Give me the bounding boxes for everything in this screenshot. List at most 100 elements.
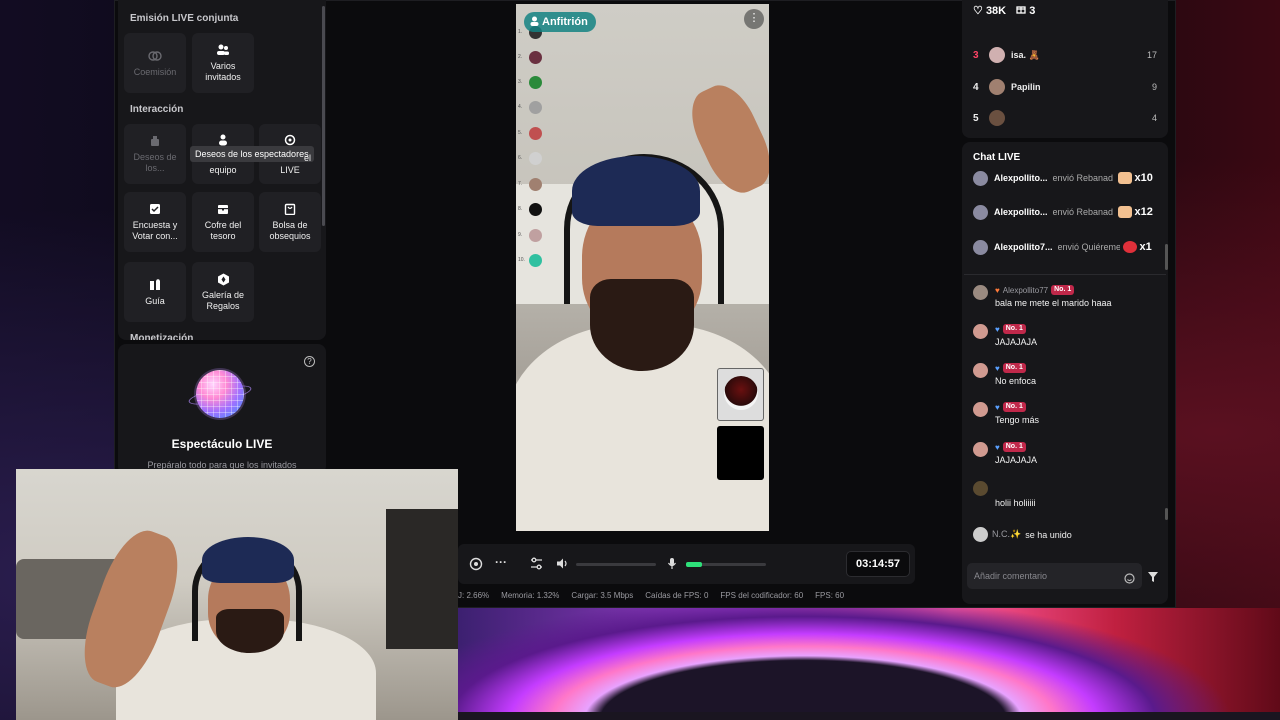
heart-gift-icon: [1122, 241, 1137, 253]
likes-counter: ♡ 38K: [973, 5, 1007, 17]
gift-event: Alexpollito7... envió Quiéreme x1: [973, 237, 1161, 257]
heart-icon: ♡: [973, 5, 983, 17]
co-host-label: Coemisión: [133, 66, 177, 77]
avatar: [973, 402, 988, 417]
more-options-icon[interactable]: ⋮: [744, 9, 764, 29]
viewer-wishes-tile[interactable]: Deseos de los...: [124, 124, 186, 184]
guide-label: Guía: [145, 295, 165, 306]
badge-heart-icon: ♥: [995, 402, 1000, 412]
multi-guest-icon: [216, 43, 230, 57]
chat-title: Chat LIVE: [973, 152, 1021, 163]
avatar: [989, 47, 1005, 63]
badge-heart-icon: ♥: [995, 442, 1000, 452]
section-title-interaction: Interacción: [130, 104, 184, 115]
cap: [572, 156, 700, 226]
stat-cpu: J: 2.66%: [458, 591, 490, 600]
stream-timer: 03:14:57: [846, 551, 910, 577]
guest-slot-2[interactable]: [717, 426, 764, 480]
poll-label: Encuesta y Votar con...: [132, 220, 178, 241]
treasure-chest-tile[interactable]: Cofre del tesoro: [192, 192, 254, 252]
leaderboard-row[interactable]: 4 Papilin 9: [973, 77, 1157, 97]
gift-bag-tile[interactable]: Bolsa de obsequios: [259, 192, 321, 252]
avatar: [973, 442, 988, 457]
avatar: [973, 170, 988, 186]
avatar: [989, 110, 1005, 126]
team-label: equipo: [209, 164, 237, 175]
leaderboard-row[interactable]: 3 isa. 🧸 17: [973, 45, 1157, 65]
avatar: [973, 239, 988, 255]
gift-icon: [1016, 5, 1029, 17]
emoji-icon[interactable]: [1124, 571, 1135, 589]
guide-icon: [148, 278, 162, 292]
avatar: [989, 79, 1005, 95]
gift-gallery-icon: [216, 272, 230, 286]
live-goal-icon: [283, 133, 297, 147]
help-icon[interactable]: ?: [304, 356, 315, 367]
performance-stats: J: 2.66% Memoria: 1.32% Cargar: 3.5 Mbps…: [458, 591, 844, 600]
gift-bag-icon: [283, 202, 297, 216]
chat-divider: [964, 274, 1166, 275]
badge-heart-icon: ♥: [995, 324, 1000, 334]
avatar: [973, 324, 988, 339]
badge-heart-icon: ♥: [995, 363, 1000, 373]
tools-scrollbar[interactable]: [322, 6, 325, 226]
avatar: [973, 527, 988, 542]
volume-slider[interactable]: [576, 563, 656, 566]
host-badge: Anfitrión: [524, 12, 596, 32]
badge-heart-icon: ♥: [995, 285, 1000, 295]
treasure-chest-label: Cofre del tesoro: [204, 220, 242, 241]
section-title-monetization: Monetización: [130, 333, 194, 340]
gift-event: Alexpollito... envió Rebanad x10: [973, 168, 1161, 188]
engagement-counters: ♡ 38K 3: [973, 4, 1035, 17]
gift-bag-label: Bolsa de obsequios: [269, 220, 311, 241]
avatar: [973, 481, 988, 496]
gift-scrollbar[interactable]: [1165, 244, 1168, 270]
stat-encoder-fps: FPS del codificador: 60: [720, 591, 804, 600]
multi-guest-label: Varios invitados: [205, 61, 241, 82]
speaker-icon[interactable]: [556, 557, 569, 573]
leaderboard-row[interactable]: 5 4: [973, 108, 1157, 128]
gifts-counter: 3: [1016, 4, 1035, 17]
stat-fps: FPS: 60: [815, 591, 845, 600]
wishes-icon: [148, 134, 162, 148]
webcam-overlay: [16, 469, 458, 720]
stat-memory: Memoria: 1.32%: [501, 591, 560, 600]
live-goal-label: LIVE: [280, 164, 300, 175]
co-host-tile[interactable]: Coemisión: [124, 33, 186, 93]
tooltip: Deseos de los espectadores: [190, 146, 314, 162]
microphone-icon[interactable]: [667, 557, 677, 573]
settings-sliders-icon[interactable]: [530, 557, 543, 573]
poll-icon: [148, 202, 162, 216]
multi-guest-tile[interactable]: Varios invitados: [192, 33, 254, 93]
viewer-wishes-label: Deseos de los...: [133, 152, 177, 173]
team-tile-overflow-text: el: [304, 153, 312, 163]
guide-tile[interactable]: Guía: [124, 262, 186, 322]
chat-scrollbar[interactable]: [1165, 508, 1168, 520]
more-icon[interactable]: ···: [495, 555, 507, 569]
filter-icon[interactable]: [1147, 570, 1159, 582]
comment-input[interactable]: Añadir comentario: [967, 563, 1142, 589]
microphone-level-fill: [686, 562, 702, 567]
poll-tile[interactable]: Encuesta y Votar con...: [124, 192, 186, 252]
avatar: [973, 204, 988, 220]
guest-slot-1[interactable]: [717, 368, 764, 421]
stat-fps-drops: Caídas de FPS: 0: [645, 591, 709, 600]
camera-switch-icon[interactable]: [469, 557, 483, 574]
avatar: [973, 363, 988, 378]
co-host-icon: [148, 49, 162, 63]
gift-gallery-label: Galería de Regalos: [201, 290, 245, 311]
host-badge-label: Anfitrión: [542, 16, 588, 28]
cake-slice-gift-icon: [1117, 206, 1132, 218]
stat-upload: Cargar: 3.5 Mbps: [571, 591, 634, 600]
wallpaper: [458, 608, 1280, 720]
disco-ball-icon: [196, 370, 244, 418]
treasure-chest-icon: [216, 202, 230, 216]
gift-gallery-tile[interactable]: Galería de Regalos: [192, 262, 254, 322]
cake-slice-gift-icon: [1117, 172, 1132, 184]
team-icon: [216, 133, 230, 147]
taskbar: [458, 712, 1280, 720]
gift-event: Alexpollito... envió Rebanad x12: [973, 202, 1161, 222]
person-icon: [530, 16, 539, 29]
live-show-title: Espectáculo LIVE: [171, 437, 273, 451]
section-title-joint: Emisión LIVE conjunta: [130, 13, 239, 24]
